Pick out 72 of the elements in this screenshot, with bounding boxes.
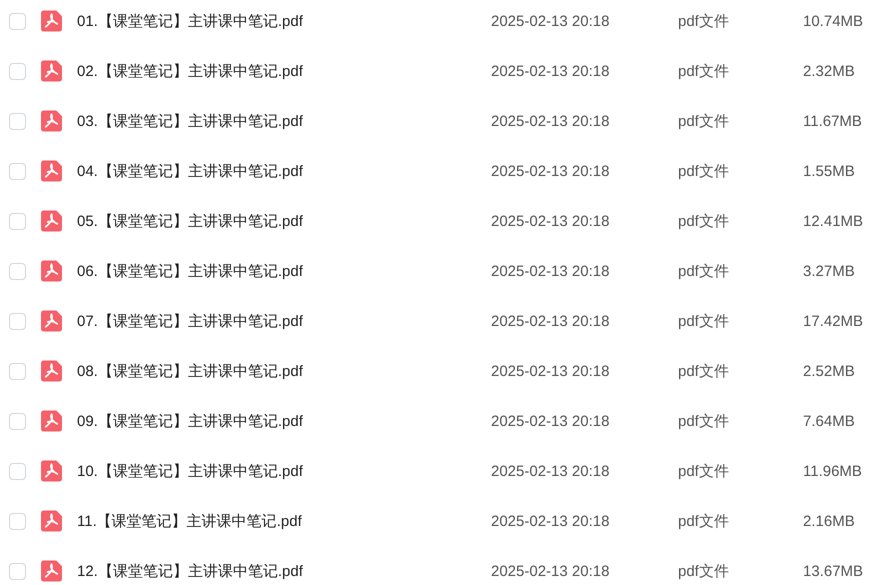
pdf-file-icon [41,360,62,382]
pdf-file-icon [41,160,62,182]
checkbox[interactable] [9,112,26,130]
modified-date: 2025-02-13 20:18 [491,462,610,480]
modified-date: 2025-02-13 20:18 [491,412,610,430]
pdf-file-icon [41,310,62,332]
file-size: 12.41MB [803,212,864,230]
pdf-file-icon [41,260,62,282]
file-name[interactable]: 06.【课堂笔记】主讲课中笔记.pdf [77,262,491,280]
checkbox[interactable] [9,212,26,230]
checkbox[interactable] [9,12,26,30]
file-size: 2.16MB [803,512,855,530]
file-size: 7.64MB [803,412,855,430]
modified-date: 2025-02-13 20:18 [491,262,610,280]
pdf-file-icon [41,510,62,532]
file-size: 17.42MB [803,312,864,330]
checkbox[interactable] [9,162,26,180]
file-size: 13.67MB [803,562,864,580]
pdf-file-icon [41,110,62,132]
pdf-file-icon [41,560,62,582]
file-type: pdf文件 [678,262,730,280]
modified-date: 2025-02-13 20:18 [491,312,610,330]
pdf-file-icon [41,210,62,232]
file-type: pdf文件 [678,162,730,180]
file-name[interactable]: 08.【课堂笔记】主讲课中笔记.pdf [77,362,491,380]
file-type: pdf文件 [678,512,730,530]
file-size: 1.55MB [803,162,855,180]
file-type: pdf文件 [678,362,730,380]
modified-date: 2025-02-13 20:18 [491,562,610,580]
file-name[interactable]: 03.【课堂笔记】主讲课中笔记.pdf [77,112,491,130]
checkbox[interactable] [9,362,26,380]
file-name[interactable]: 12.【课堂笔记】主讲课中笔记.pdf [77,562,491,580]
modified-date: 2025-02-13 20:18 [491,12,610,30]
modified-date: 2025-02-13 20:18 [491,162,610,180]
file-name[interactable]: 04.【课堂笔记】主讲课中笔记.pdf [77,162,491,180]
modified-date: 2025-02-13 20:18 [491,212,610,230]
file-name[interactable]: 10.【课堂笔记】主讲课中笔记.pdf [77,462,491,480]
modified-date: 2025-02-13 20:18 [491,512,610,530]
modified-date: 2025-02-13 20:18 [491,112,610,130]
file-name[interactable]: 05.【课堂笔记】主讲课中笔记.pdf [77,212,491,230]
file-type: pdf文件 [678,562,730,580]
modified-date: 2025-02-13 20:18 [491,362,610,380]
file-type: pdf文件 [678,462,730,480]
pdf-file-icon [41,410,62,432]
file-type: pdf文件 [678,212,730,230]
file-size: 2.32MB [803,62,855,80]
file-name[interactable]: 09.【课堂笔记】主讲课中笔记.pdf [77,412,491,430]
file-type: pdf文件 [678,12,730,30]
checkbox[interactable] [9,312,26,330]
pdf-file-icon [41,460,62,482]
file-size: 3.27MB [803,262,855,280]
file-size: 11.67MB [803,112,862,130]
file-size: 2.52MB [803,362,855,380]
file-name[interactable]: 11.【课堂笔记】主讲课中笔记.pdf [77,512,491,530]
file-type: pdf文件 [678,62,730,80]
file-size: 11.96MB [803,462,862,480]
modified-date: 2025-02-13 20:18 [491,62,610,80]
file-type: pdf文件 [678,112,730,130]
file-type: pdf文件 [678,312,730,330]
file-name[interactable]: 01.【课堂笔记】主讲课中笔记.pdf [77,12,491,30]
file-size: 10.74MB [803,12,864,30]
file-type: pdf文件 [678,412,730,430]
checkbox[interactable] [9,462,26,480]
checkbox[interactable] [9,262,26,280]
checkbox[interactable] [9,512,26,530]
checkbox[interactable] [9,62,26,80]
pdf-file-icon [41,60,62,82]
pdf-file-icon [41,10,62,32]
checkbox[interactable] [9,412,26,430]
file-name[interactable]: 02.【课堂笔记】主讲课中笔记.pdf [77,62,491,80]
checkbox[interactable] [9,562,26,580]
file-name[interactable]: 07.【课堂笔记】主讲课中笔记.pdf [77,312,491,330]
